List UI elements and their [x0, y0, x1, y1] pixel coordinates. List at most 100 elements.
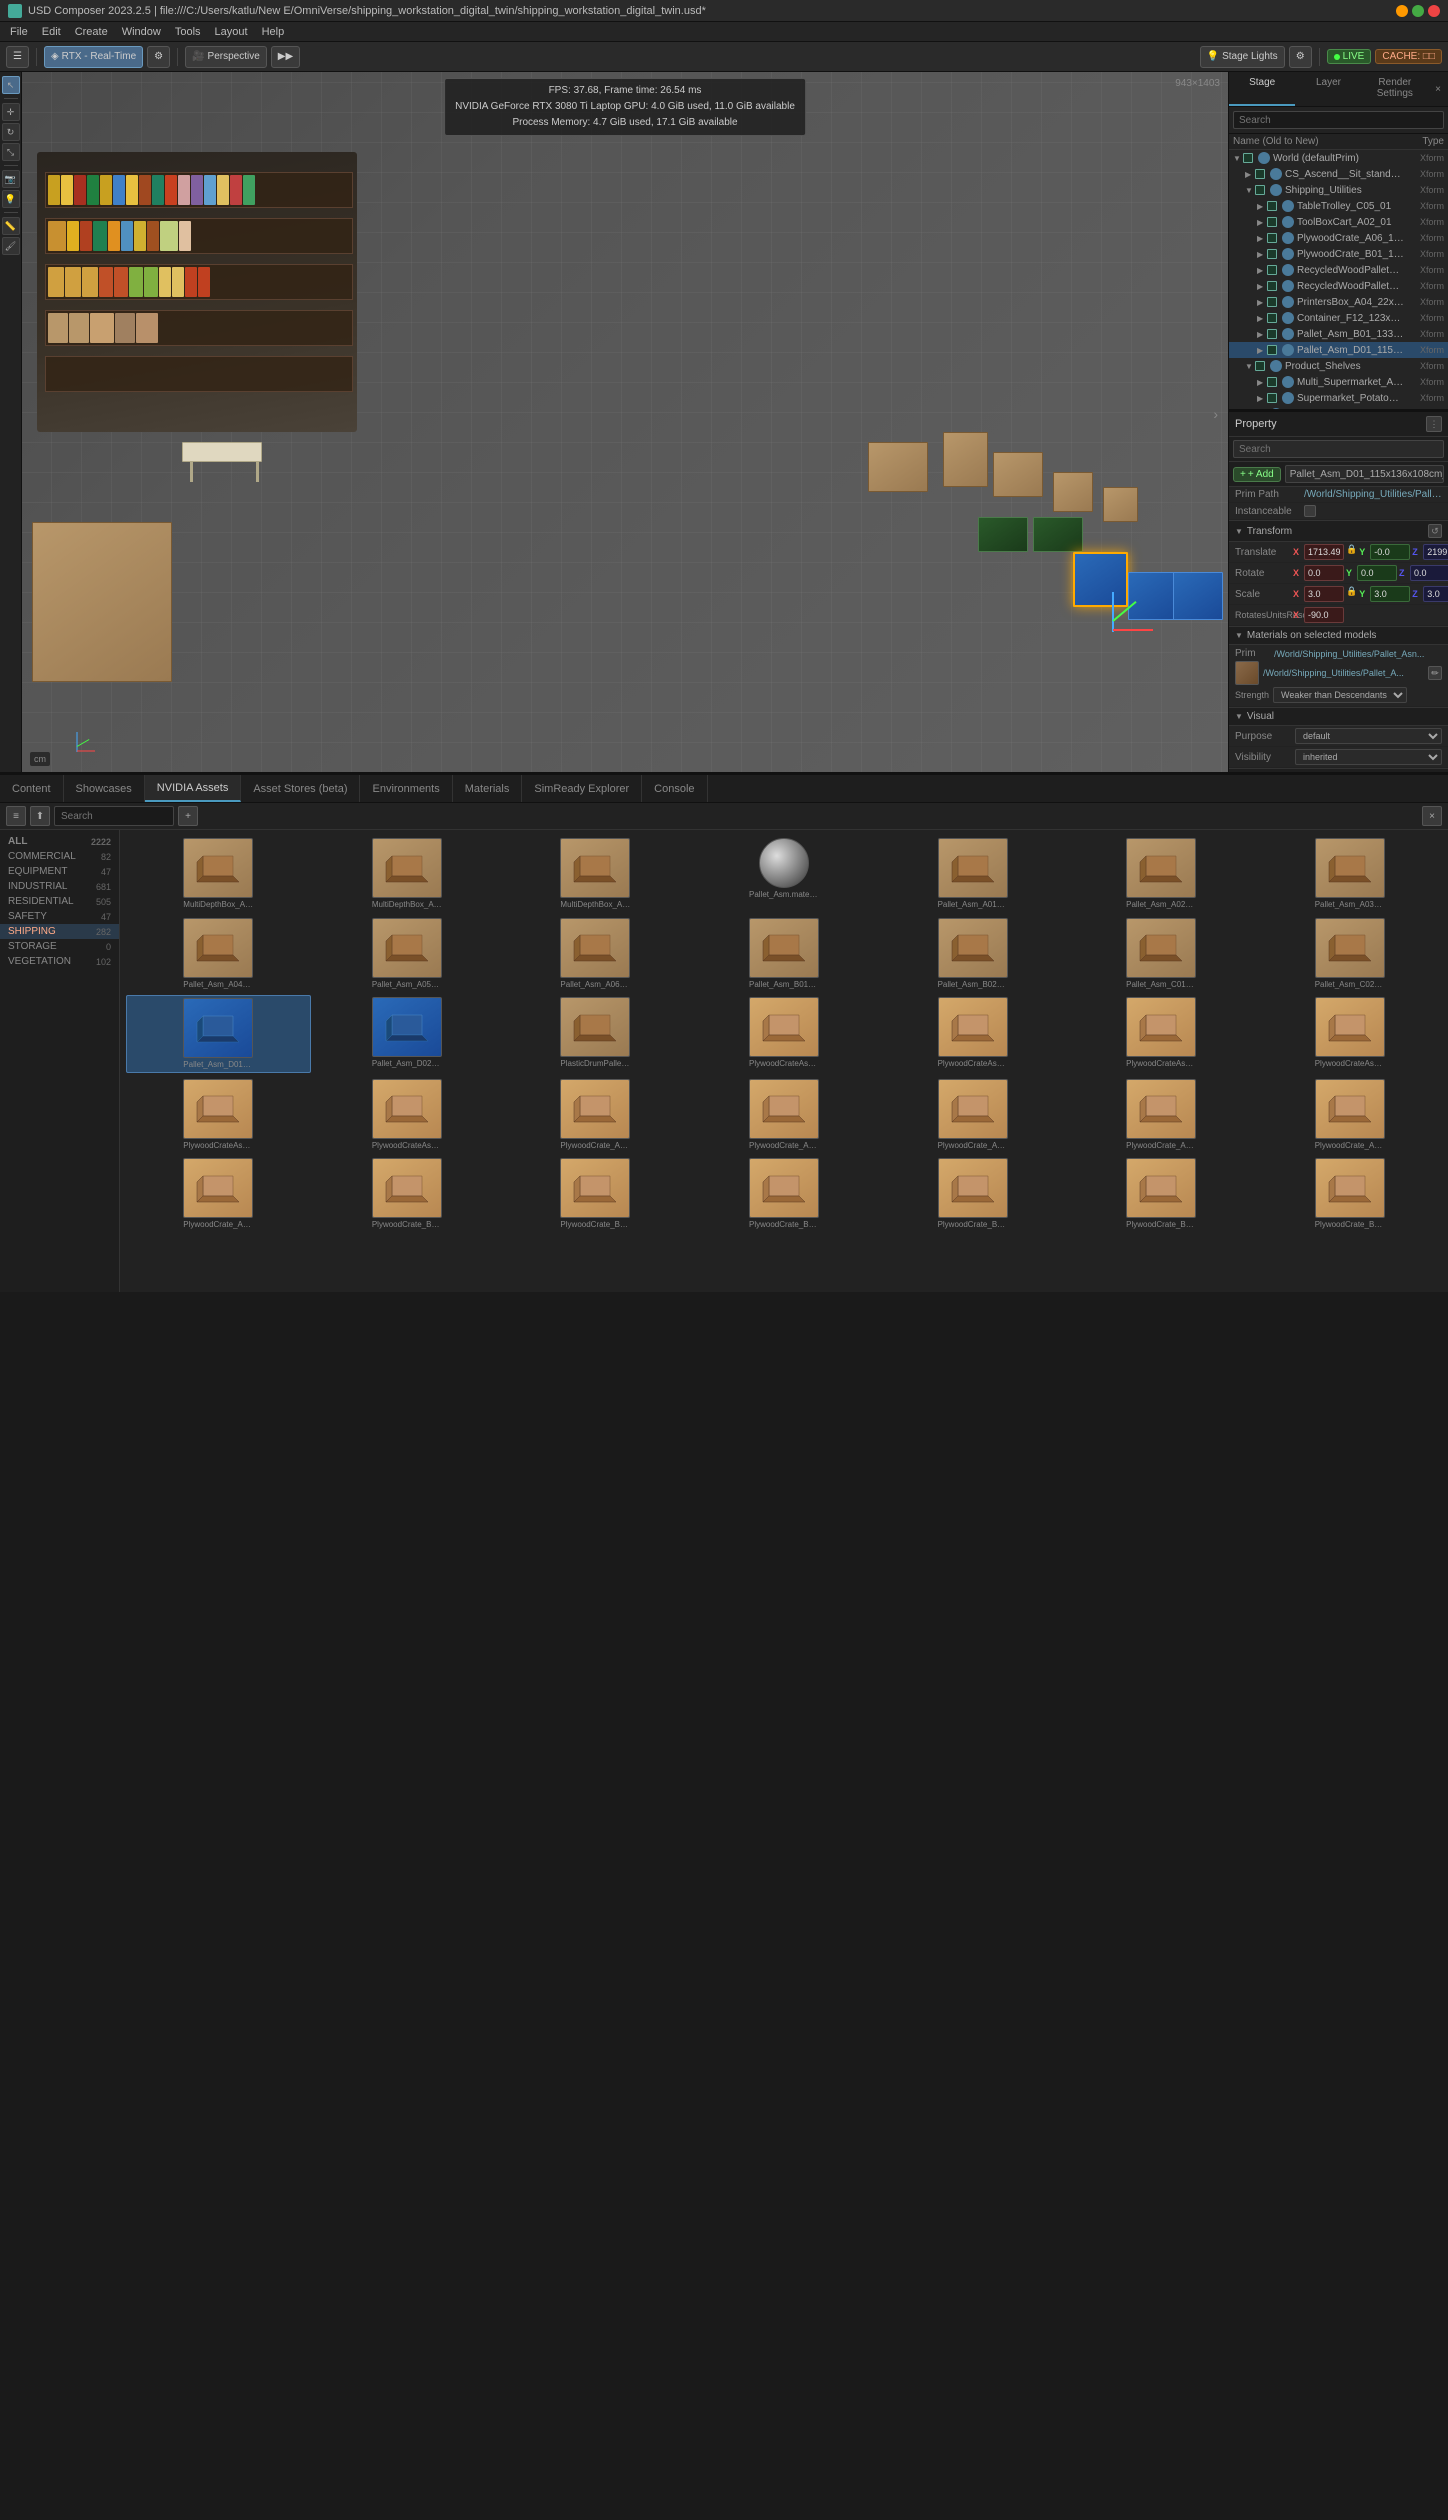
tree-item-container_f12[interactable]: ▶Container_F12_123x80x89cn...Xform [1229, 310, 1448, 326]
tree-item-world[interactable]: ▼World (defaultPrim)Xform [1229, 150, 1448, 166]
tree-visibility-toolbox_cart[interactable] [1282, 216, 1294, 228]
tree-visibility-plywood_b01_100[interactable] [1282, 248, 1294, 260]
asset-item-pallet_a06_112[interactable]: Pallet_Asm_A06_112x 112x109c...V_NVD_01 [503, 916, 688, 992]
tree-arrow-printers_a04[interactable]: ▶ [1257, 298, 1267, 307]
bottom-tab-showcases[interactable]: Showcases [64, 775, 145, 802]
asset-item-pallet_material[interactable]: Pallet_Asm.material [692, 836, 877, 912]
bottom-tab-nvidia-assets[interactable]: NVIDIA Assets [145, 775, 242, 802]
tree-visibility-table_trolley[interactable] [1282, 200, 1294, 212]
select-tool[interactable]: ↖ [2, 76, 20, 94]
prop-add-btn[interactable]: + + Add [1233, 467, 1281, 482]
tree-item-printers_a04[interactable]: ▶PrintersBox_A04_22x28x20c...Xform [1229, 294, 1448, 310]
tree-item-shipping_utilities[interactable]: ▼Shipping_UtilitiesXform [1229, 182, 1448, 198]
tree-arrow-plywood_a06_120[interactable]: ▶ [1257, 234, 1267, 243]
asset-item-pallet_c01_113[interactable]: Pallet_Asm_C01_113x 132x72c...V_NVD_01 [1069, 916, 1254, 992]
move-tool[interactable]: ✛ [2, 103, 20, 121]
tree-arrow-shipping_utilities[interactable]: ▼ [1245, 186, 1255, 195]
rtx-mode-btn[interactable]: ◈ RTX - Real-Time [44, 46, 143, 68]
tree-visibility-supermarket_potato[interactable] [1282, 392, 1294, 404]
mat-edit-btn[interactable]: ✏ [1428, 666, 1442, 680]
tree-visibility-printers_a04[interactable] [1282, 296, 1294, 308]
asset-item-plywood_b01_10[interactable]: PlywoodCrate_B01_10 0x100x10_PR_NV_01 [315, 1156, 500, 1232]
asset-item-plywood_a05[interactable]: PlywoodCrateAssembl y_A05_PR_NVD_01 [126, 1077, 311, 1153]
tree-arrow-table_trolley[interactable]: ▶ [1257, 202, 1267, 211]
asset-item-pallet_a01_66[interactable]: Pallet_Asm_A01_66x6 4x46cm_PR_V_NVD_01 [880, 836, 1065, 912]
visual-section-header[interactable]: ▼ Visual [1229, 707, 1448, 726]
tree-item-plywood_b01_100[interactable]: ▶PlywoodCrate_B01_100x100...Xform [1229, 246, 1448, 262]
visibility-select[interactable]: inherited [1295, 749, 1442, 765]
paint-tool[interactable]: 🖌 [2, 237, 20, 255]
transform-section-header[interactable]: ▼ Transform ↺ [1229, 520, 1448, 542]
menu-file[interactable]: File [4, 22, 34, 42]
tree-item-multi_supermarket[interactable]: ▶Multi_Supermarket_Assetspe...Xform [1229, 374, 1448, 390]
perspective-btn[interactable]: 🎥 Perspective [185, 46, 267, 68]
asset-cat-all[interactable]: ALL2222 [0, 834, 119, 849]
tree-arrow-supermarket_potato[interactable]: ▶ [1257, 394, 1267, 403]
scale-tool[interactable]: ⤡ [2, 143, 20, 161]
bottom-tab-materials[interactable]: Materials [453, 775, 523, 802]
tree-arrow-world[interactable]: ▼ [1233, 154, 1243, 163]
viewport-nav-btn[interactable]: ▶▶ [271, 46, 300, 68]
tree-visibility-pallet_d01[interactable] [1282, 344, 1294, 356]
tree-item-plywood_a06_120[interactable]: ▶PlywoodCrate_A06_120x12d...Xform [1229, 230, 1448, 246]
asset-item-pallet_b01_133[interactable]: Pallet_Asm_B01_133x 112x47c...V_NVD_01 [692, 916, 877, 992]
asset-item-plywood_a04_12[interactable]: PlywoodCrate_A04_12 0x120x50_PR_NV_01 [1069, 1077, 1254, 1153]
menu-window[interactable]: Window [116, 22, 167, 42]
bottom-tab-environments[interactable]: Environments [360, 775, 452, 802]
scale-x-input[interactable] [1304, 586, 1344, 602]
tree-visibility-world[interactable] [1258, 152, 1270, 164]
tab-layer[interactable]: Layer [1295, 72, 1361, 106]
tree-arrow-recycled_a02b[interactable]: ▶ [1257, 282, 1267, 291]
property-options-btn[interactable]: ⋮ [1426, 416, 1442, 432]
tree-arrow-recycled_a02[interactable]: ▶ [1257, 266, 1267, 275]
tree-item-pallet_b01[interactable]: ▶Pallet_Asm_B01_133x112x47...Xform [1229, 326, 1448, 342]
translate-lock[interactable]: 🔒 [1346, 544, 1357, 560]
tree-visibility-environment[interactable] [1270, 408, 1282, 409]
viewport[interactable]: FPS: 37.68, Frame time: 26.54 ms NVIDIA … [22, 72, 1228, 772]
stage-lights-btn[interactable]: 💡 Stage Lights [1200, 46, 1285, 68]
asset-item-pallet_d01_115[interactable]: Pallet_Asm_D01_115x 136x108c...V_NVD_01 [126, 995, 311, 1073]
asset-item-plywood_a06[interactable]: PlywoodCrateAssembl y_A06_PR_NVD_01 [315, 1077, 500, 1153]
tree-visibility-product_shelves[interactable] [1270, 360, 1282, 372]
bottom-tab-console[interactable]: Console [642, 775, 707, 802]
tree-visibility-container_f12[interactable] [1282, 312, 1294, 324]
asset-item-plywood_b05_10[interactable]: PlywoodCrate_B05_10 ... [1069, 1156, 1254, 1232]
asset-item-multi_depth_a12[interactable]: MultiDepthBox_A12_3 6x51x36c...R_NVD_01 [503, 836, 688, 912]
transform-reset-btn[interactable]: ↺ [1428, 524, 1442, 538]
asset-item-plywood_b03_20[interactable]: PlywoodCrate_B03_20 ... [692, 1156, 877, 1232]
tree-item-supermarket_potato[interactable]: ▶Supermarket_Potato_Chips_...Xform [1229, 390, 1448, 406]
asset-item-plywood_a03_90[interactable]: PlywoodCrate_A03_90 x90x80cm_PR_NV_01 [880, 1077, 1065, 1153]
light-tool[interactable]: 💡 [2, 190, 20, 208]
tree-visibility-shipping_utilities[interactable] [1270, 184, 1282, 196]
bottom-tab-content[interactable]: Content [0, 775, 64, 802]
asset-item-pallet_b02_111[interactable]: Pallet_Asm_B02_111x 111x129c...V_NVD_01 [880, 916, 1065, 992]
tree-item-recycled_a02[interactable]: ▶RecycledWoodPallet_A02_PR...Xform [1229, 262, 1448, 278]
tree-item-environment[interactable]: ▶EnvironmentXform [1229, 406, 1448, 409]
rotate-y-input[interactable] [1357, 565, 1397, 581]
bottom-add-btn[interactable]: + [178, 806, 198, 826]
tree-arrow-cs_ascend[interactable]: ▶ [1245, 170, 1255, 179]
camera-tool[interactable]: 📷 [2, 170, 20, 188]
asset-cat-industrial[interactable]: INDUSTRIAL681 [0, 879, 119, 894]
bottom-filter-btn[interactable]: ≡ [6, 806, 26, 826]
scale-y-input[interactable] [1370, 586, 1410, 602]
property-scroll-area[interactable]: ▼ Transform ↺ Translate X 🔒 [1229, 520, 1448, 772]
asset-cat-safety[interactable]: SAFETY47 [0, 909, 119, 924]
asset-item-pallet_a02_91[interactable]: Pallet_Asm_A02_91x9 1x51cm_PR_V_NVD_01 [1069, 836, 1254, 912]
tree-visibility-cs_ascend[interactable] [1270, 168, 1282, 180]
tree-item-product_shelves[interactable]: ▼Product_ShelvesXform [1229, 358, 1448, 374]
asset-cat-shipping[interactable]: SHIPPING282 [0, 924, 119, 939]
instanceable-checkbox[interactable] [1304, 505, 1316, 517]
mat-strength-select[interactable]: Weaker than Descendants [1273, 687, 1407, 703]
translate-x-input[interactable] [1304, 544, 1344, 560]
tree-arrow-multi_supermarket[interactable]: ▶ [1257, 378, 1267, 387]
tree-visibility-multi_supermarket[interactable] [1282, 376, 1294, 388]
tree-arrow-container_f12[interactable]: ▶ [1257, 314, 1267, 323]
toolbar-menu-btn[interactable]: ☰ [6, 46, 29, 68]
asset-item-plywood_crate_asm[interactable]: PlywoodCrateAssembl y_A01_PR...NVD_01 [692, 995, 877, 1073]
purpose-select[interactable]: default [1295, 728, 1442, 744]
asset-item-pallet_c02_117[interactable]: Pallet_Asm_C02_117x 133x130c...V_NVD_01 [1257, 916, 1442, 992]
asset-item-pallet_a04_120[interactable]: Pallet_Asm_A04_120x 122x75c...V_NVD_01 [126, 916, 311, 992]
menu-layout[interactable]: Layout [209, 22, 254, 42]
asset-item-plywood_b04_20[interactable]: PlywoodCrate_B04_20 ... [880, 1156, 1065, 1232]
